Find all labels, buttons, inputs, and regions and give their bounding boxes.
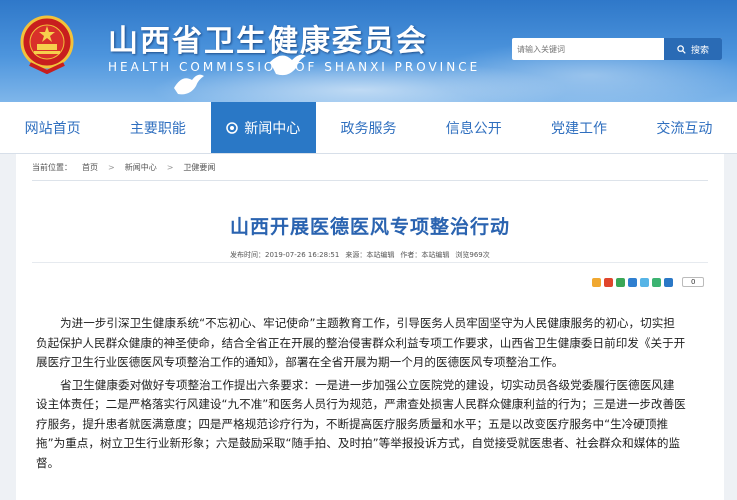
- search-input[interactable]: [512, 39, 662, 59]
- nav-item-label: 新闻中心: [244, 120, 301, 137]
- share-more-icon[interactable]: [664, 277, 673, 287]
- divider: [32, 180, 708, 181]
- share-count: 0: [682, 277, 705, 287]
- nav-item-label: 网站首页: [24, 120, 81, 137]
- nav-item-disclosure[interactable]: 信息公开: [421, 102, 526, 153]
- search-icon: [677, 44, 686, 54]
- dove-icon: [174, 74, 204, 95]
- nav-item-label: 主要职能: [129, 120, 186, 137]
- search-box: 搜索: [512, 38, 722, 60]
- meta-author: 本站编辑: [366, 251, 395, 259]
- meta-source: 本站编辑: [421, 251, 450, 259]
- content-area: 当前位置： 首页 > 新闻中心 > 卫健要闻 山西开展医德医风专项整治行动 发布…: [0, 154, 737, 500]
- share-renren-icon[interactable]: [628, 277, 637, 287]
- meta-source-label: 作者：: [400, 251, 422, 259]
- main-nav: 网站首页 主要职能 新闻中心 政务服务 信息公开 党建工作 交流互动: [0, 102, 737, 154]
- share-tqq-icon[interactable]: [640, 277, 649, 287]
- meta-date-label: 发布时间：: [230, 251, 265, 259]
- national-emblem-icon: [20, 15, 74, 74]
- breadcrumb-item[interactable]: 首页: [82, 162, 98, 173]
- nav-item-party[interactable]: 党建工作: [526, 102, 631, 153]
- nav-item-label: 党建工作: [551, 120, 608, 137]
- nav-item-label: 交流互动: [656, 120, 713, 137]
- share-douban-icon[interactable]: [616, 277, 625, 287]
- nav-item-functions[interactable]: 主要职能: [105, 102, 210, 153]
- divider: [32, 262, 708, 263]
- breadcrumb-item[interactable]: 新闻中心: [125, 162, 157, 173]
- share-weibo-icon[interactable]: [604, 277, 613, 287]
- nav-circle-icon: [226, 121, 238, 134]
- share-wechat-icon[interactable]: [652, 277, 661, 287]
- breadcrumb-separator: >: [108, 163, 115, 172]
- breadcrumb-prefix: 当前位置：: [32, 163, 72, 172]
- nav-item-label: 政务服务: [340, 120, 397, 137]
- meta-views: 浏览969次: [455, 251, 490, 259]
- search-button[interactable]: 搜索: [664, 38, 722, 60]
- breadcrumb: 当前位置： 首页 > 新闻中心 > 卫健要闻: [32, 162, 215, 173]
- dove-icon: [270, 54, 306, 76]
- meta-date: 2019-07-26 16:28:51: [265, 251, 340, 259]
- nav-item-home[interactable]: 网站首页: [0, 102, 105, 153]
- article-body: 为进一步引深卫生健康系统“不忘初心、牢记使命”主题教育工作，引导医务人员牢固坚守…: [36, 314, 686, 476]
- article-paragraph: 省卫生健康委对做好专项整治工作提出六条要求：一是进一步加强公立医院党的建设，切实…: [36, 377, 686, 470]
- site-banner: 山西省卫生健康委员会 HEALTH COMMISSION OF SHANXI P…: [0, 0, 737, 102]
- breadcrumb-item[interactable]: 卫健要闻: [183, 162, 215, 173]
- nav-item-label: 信息公开: [445, 120, 502, 137]
- nav-item-services[interactable]: 政务服务: [316, 102, 421, 153]
- share-bar: 0: [592, 277, 705, 287]
- breadcrumb-separator: >: [166, 163, 174, 172]
- nav-item-news[interactable]: 新闻中心: [210, 102, 316, 153]
- meta-author-label: 来源：: [345, 251, 367, 259]
- article-meta: 发布时间：2019-07-26 16:28:51 来源：本站编辑 作者：本站编辑…: [230, 250, 490, 260]
- search-button-label: 搜索: [690, 45, 709, 56]
- share-qzone-icon[interactable]: [592, 277, 601, 287]
- article-title: 山西开展医德医风专项整治行动: [229, 216, 510, 238]
- nav-item-interaction[interactable]: 交流互动: [632, 102, 737, 153]
- article-paragraph: 为进一步引深卫生健康系统“不忘初心、牢记使命”主题教育工作，引导医务人员牢固坚守…: [36, 316, 686, 369]
